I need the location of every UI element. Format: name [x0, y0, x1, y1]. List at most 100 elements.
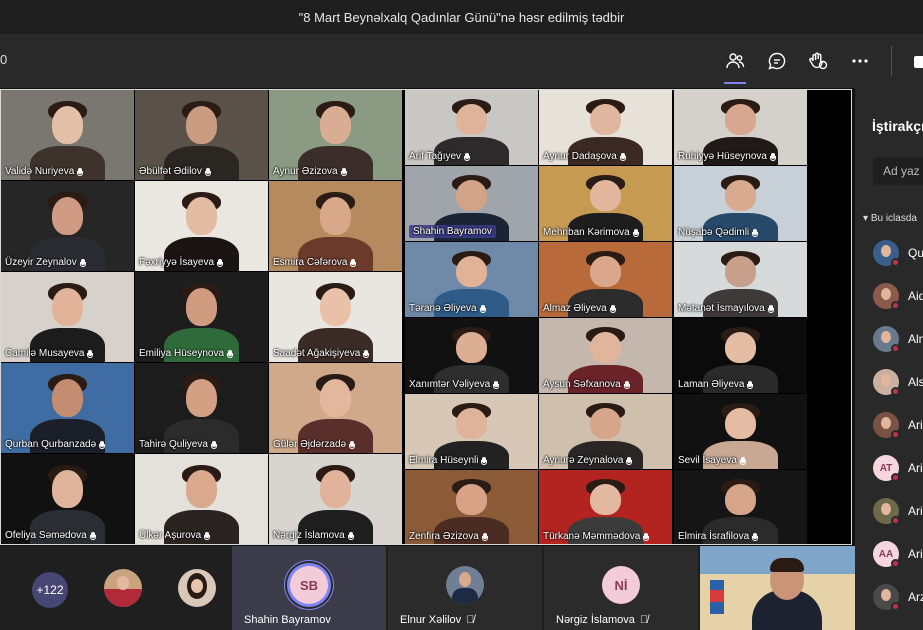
video-tile[interactable]: Gülər Əjdərzadə: [269, 363, 402, 453]
mic-icon: [77, 167, 84, 176]
video-tile-name: Türkanə Məmmədova: [543, 531, 650, 542]
section-header[interactable]: ▾ Bu iclasda: [863, 213, 917, 224]
video-tile[interactable]: Təranə Əliyeva: [405, 242, 538, 317]
participants-icon[interactable]: [722, 48, 748, 84]
avatar: [178, 569, 216, 607]
participant-list-item[interactable]: Arz: [873, 584, 923, 614]
participant-name: Nüşabə Qədimli: [678, 227, 750, 238]
camera-button-partial[interactable]: [914, 56, 923, 68]
video-tile[interactable]: Esmira Cəfərova: [269, 181, 402, 271]
mic-icon: [79, 258, 86, 267]
video-tile[interactable]: Nərgiz İslamova: [269, 454, 402, 544]
video-tile-name: Sevil İsayeva: [678, 455, 746, 466]
video-tile-name: Aynur Əzizova: [273, 166, 347, 177]
participant-list-name: Alm: [908, 332, 923, 346]
mic-icon: [752, 532, 759, 541]
participant-name: Shahin Bayramov: [244, 614, 331, 626]
video-tile[interactable]: Saadət Ağakişiyeva: [269, 272, 402, 362]
avatar-face: [881, 331, 891, 343]
mic-icon: [479, 304, 486, 313]
video-tile-name: Saadət Ağakişiyeva: [273, 348, 370, 359]
video-tile[interactable]: Camilə Musayeva: [1, 272, 134, 362]
participant-list-item[interactable]: AT Ari: [873, 455, 923, 485]
video-tile[interactable]: Əbülfət Ədilov: [135, 90, 268, 180]
participant-name: Aynur Əzizova: [273, 166, 338, 177]
participant-face: [455, 483, 488, 515]
video-tile[interactable]: Ülkər Aşurova: [135, 454, 268, 544]
video-tile[interactable]: Elmira İsrafilova: [674, 470, 807, 544]
presence-busy-icon: [891, 559, 900, 568]
participant-face: [51, 288, 84, 326]
overflow-count-badge[interactable]: +122: [32, 572, 68, 608]
video-tile[interactable]: Xanımtər Vəliyeva: [405, 318, 538, 393]
video-tile[interactable]: Validə Nuriyeva: [1, 90, 134, 180]
meeting-title: "8 Mart Beynəlxalq Qadınlar Günü"nə həsr…: [298, 9, 625, 25]
video-tile-name: Qurban Qurbanzadə: [5, 439, 106, 450]
reactions-icon[interactable]: [805, 48, 831, 74]
video-tile[interactable]: Laman Əliyeva: [674, 318, 807, 393]
participant-tile-shahin[interactable]: SB Shahin Bayramov: [232, 546, 386, 630]
participant-name: Ülkər Aşurova: [139, 530, 202, 541]
video-tile[interactable]: Mətanət İsmayılova: [674, 242, 807, 317]
video-tile[interactable]: Aynur Əzizova: [269, 90, 402, 180]
mic-icon: [204, 531, 211, 540]
video-tile[interactable]: Ruhiyyə Hüseynova: [674, 90, 807, 165]
participant-list-item[interactable]: Als: [873, 369, 923, 399]
presence-busy-icon: [891, 301, 900, 310]
mic-icon: [619, 152, 626, 161]
participant-list-item[interactable]: Aid: [873, 283, 923, 313]
video-tile[interactable]: Aysun Səfxanova: [539, 318, 672, 393]
video-tile[interactable]: Shahin Bayramov: [405, 166, 538, 241]
mic-icon: [347, 531, 354, 540]
video-tile[interactable]: Sevil İsayeva: [674, 394, 807, 469]
participant-face: [51, 106, 84, 144]
mic-icon: [204, 167, 211, 176]
mic-icon: [350, 258, 357, 267]
video-tile[interactable]: Tahirə Quliyeva: [135, 363, 268, 453]
participant-face: [724, 483, 757, 515]
video-tile[interactable]: Aynur Dadaşova: [539, 90, 672, 165]
participant-face: [185, 197, 218, 235]
avatar-initials: SB: [290, 566, 328, 604]
video-tile[interactable]: Elmira Hüseynli: [405, 394, 538, 469]
more-options-icon[interactable]: [847, 48, 873, 74]
participant-tile-elnur[interactable]: Elnur Xəlilov 🎙̸: [388, 546, 542, 630]
video-tile-name: Elmira Hüseynli: [409, 455, 488, 466]
participant-list-item[interactable]: Ari: [873, 412, 923, 442]
mic-icon: [493, 380, 500, 389]
participant-name: Ofeliya Səmədova: [5, 530, 87, 541]
video-tile[interactable]: Nüşabə Qədimli: [674, 166, 807, 241]
video-tile[interactable]: Üzeyir Zeynalov: [1, 181, 134, 271]
video-tile[interactable]: Zenfira Əzizova: [405, 470, 538, 544]
video-tile-name: Mehriban Kərimova: [543, 227, 639, 238]
mic-icon: [481, 532, 488, 541]
participant-search-input[interactable]: Ad yaz: [873, 157, 923, 185]
video-tile-name: Validə Nuriyeva: [5, 166, 84, 177]
video-tile[interactable]: Türkanə Məmmədova: [539, 470, 672, 544]
self-video-tile[interactable]: [700, 546, 855, 630]
chat-icon[interactable]: [764, 48, 790, 74]
participant-list-item[interactable]: Qu: [873, 240, 923, 270]
video-tile-name: Nərgiz İslamova: [273, 530, 354, 541]
participant-list-name: Aid: [908, 289, 923, 303]
video-tile[interactable]: Ofeliya Səmədova: [1, 454, 134, 544]
video-tile[interactable]: Arif Tağıyev: [405, 90, 538, 165]
participant-list-item[interactable]: Alm: [873, 326, 923, 356]
participant-list-item[interactable]: AA Ari: [873, 541, 923, 571]
participant-list-item[interactable]: Ari: [873, 498, 923, 528]
participant-face: [319, 288, 352, 326]
video-tile[interactable]: Almaz Əliyeva: [539, 242, 672, 317]
video-tile-name: Ruhiyyə Hüseynova: [678, 151, 776, 162]
mic-icon: [626, 456, 633, 465]
mic-icon: [464, 152, 471, 161]
video-tile[interactable]: Emiliya Hüseynova: [135, 272, 268, 362]
video-tile[interactable]: Aynurə Zeynalova: [539, 394, 672, 469]
video-tile[interactable]: Mehriban Kərimova: [539, 166, 672, 241]
participant-tile-nergiz[interactable]: Nİ Nərgiz İslamova 🎙̸: [544, 546, 698, 630]
overflow-tile[interactable]: +122: [0, 546, 232, 630]
video-tile[interactable]: Qurban Qurbanzadə: [1, 363, 134, 453]
participant-face: [455, 179, 488, 211]
video-tile-name: Esmira Cəfərova: [273, 257, 357, 268]
video-tile[interactable]: Fəxriyyə İsayeva: [135, 181, 268, 271]
meeting-timer: 0: [0, 52, 8, 67]
